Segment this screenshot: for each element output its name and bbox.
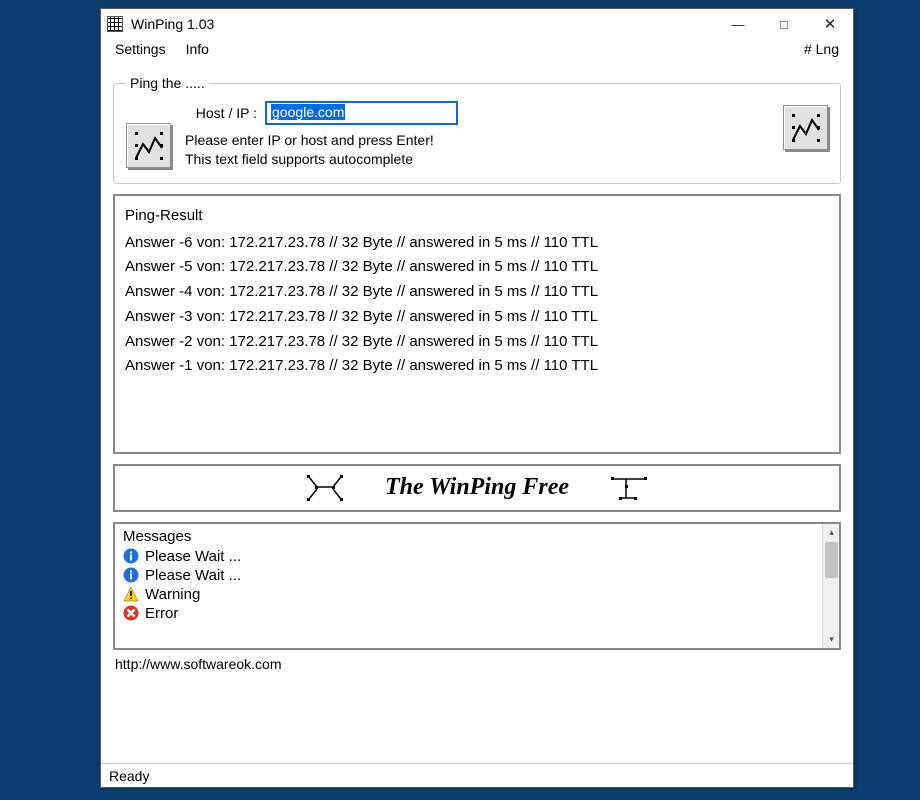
chart-line-icon bbox=[133, 130, 165, 162]
statusbar-text: Ready bbox=[109, 768, 149, 784]
message-row[interactable]: Error bbox=[115, 604, 839, 623]
message-text: Please Wait ... bbox=[145, 548, 241, 565]
messages-panel: Messages Please Wait ... Please Wait ...… bbox=[113, 522, 841, 650]
start-ping-button-right[interactable] bbox=[783, 105, 828, 150]
message-text: Error bbox=[145, 605, 178, 622]
menu-language[interactable]: # Lng bbox=[794, 39, 849, 63]
host-label: Host / IP : bbox=[185, 105, 257, 121]
network-icon bbox=[305, 473, 345, 503]
host-hint-line1: Please enter IP or host and press Enter! bbox=[185, 131, 769, 150]
host-input[interactable] bbox=[265, 101, 458, 125]
ping-result-row: Answer -1 von: 172.217.23.78 // 32 Byte … bbox=[125, 354, 829, 379]
app-icon bbox=[107, 16, 123, 32]
chart-line-icon bbox=[790, 112, 822, 144]
minimize-button[interactable]: — bbox=[715, 9, 761, 39]
start-ping-button-left[interactable] bbox=[126, 123, 171, 168]
menu-settings[interactable]: Settings bbox=[105, 39, 176, 63]
scroll-down-button[interactable]: ▾ bbox=[823, 631, 840, 648]
message-row[interactable]: Warning bbox=[115, 585, 839, 604]
maximize-button[interactable]: □ bbox=[761, 9, 807, 39]
ping-groupbox: Ping the ..... Host / IP : google.com bbox=[113, 75, 841, 184]
window-title: WinPing 1.03 bbox=[131, 16, 214, 32]
menu-info[interactable]: Info bbox=[176, 39, 219, 63]
ping-result-row: Answer -4 von: 172.217.23.78 // 32 Byte … bbox=[125, 280, 829, 305]
menubar: Settings Info # Lng bbox=[101, 39, 853, 63]
banner-text: The WinPing Free bbox=[385, 474, 569, 501]
info-icon bbox=[123, 548, 139, 564]
error-icon bbox=[123, 605, 139, 621]
tree-icon bbox=[609, 473, 649, 503]
ping-group-legend: Ping the ..... bbox=[126, 75, 209, 91]
messages-title: Messages bbox=[115, 524, 839, 547]
ping-result-row: Answer -3 von: 172.217.23.78 // 32 Byte … bbox=[125, 305, 829, 330]
ping-result-title: Ping-Result bbox=[125, 204, 829, 229]
message-row[interactable]: Please Wait ... bbox=[115, 547, 839, 566]
info-icon bbox=[123, 567, 139, 583]
close-button[interactable]: ✕ bbox=[807, 9, 853, 39]
statusbar: Ready bbox=[101, 763, 853, 787]
message-text: Please Wait ... bbox=[145, 567, 241, 584]
ping-result-row: Answer -5 von: 172.217.23.78 // 32 Byte … bbox=[125, 255, 829, 280]
ping-result-row: Answer -2 von: 172.217.23.78 // 32 Byte … bbox=[125, 330, 829, 355]
ping-result-panel: Ping-Result Answer -6 von: 172.217.23.78… bbox=[113, 194, 841, 454]
ping-result-row: Answer -6 von: 172.217.23.78 // 32 Byte … bbox=[125, 231, 829, 256]
footer-link[interactable]: http://www.softwareok.com bbox=[113, 650, 841, 674]
messages-scrollbar[interactable]: ▴ ▾ bbox=[822, 524, 839, 648]
warning-icon bbox=[123, 586, 139, 602]
app-window: WinPing 1.03 — □ ✕ Settings Info # Lng P… bbox=[100, 8, 854, 788]
banner[interactable]: The WinPing Free bbox=[113, 464, 841, 512]
message-text: Warning bbox=[145, 586, 200, 603]
scroll-thumb[interactable] bbox=[825, 542, 838, 578]
message-row[interactable]: Please Wait ... bbox=[115, 566, 839, 585]
host-hint-line2: This text field supports autocomplete bbox=[185, 150, 769, 169]
scroll-up-button[interactable]: ▴ bbox=[823, 524, 840, 541]
titlebar: WinPing 1.03 — □ ✕ bbox=[101, 9, 853, 39]
